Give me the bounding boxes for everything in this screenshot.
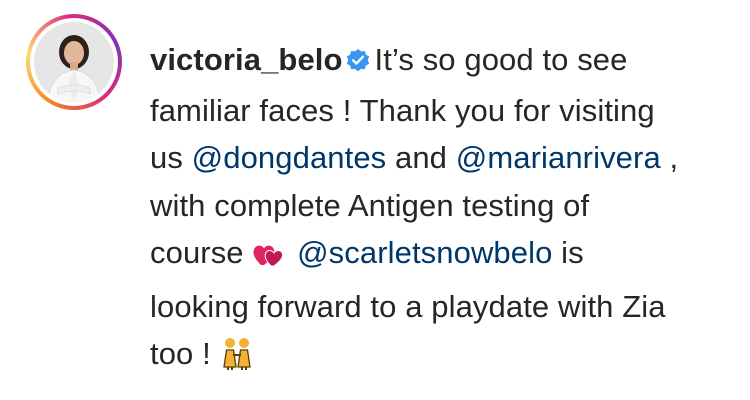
comment-line-5: course @scarletsnowbelo is (150, 229, 730, 283)
avatar-gap (30, 18, 118, 106)
comment-line-7: too ! (150, 330, 730, 384)
avatar[interactable] (34, 22, 114, 102)
comment-text-segment: too ! (150, 336, 211, 371)
comment-line-1: victoria_belo It’s so good to see (150, 36, 730, 87)
two-hearts-emoji-icon (252, 235, 288, 283)
comment-line-2: familiar faces ! Thank you for visiting (150, 92, 655, 128)
verified-badge-icon (345, 39, 371, 87)
mention-link-dongdantes[interactable]: @dongdantes (192, 140, 387, 175)
comment-line-3: us @dongdantes and @marianrivera , (150, 134, 730, 182)
comment-text-segment: us (150, 140, 183, 175)
comment-text-segment: , (669, 140, 679, 175)
avatar-photo (34, 22, 114, 102)
comment-text-segment: is (561, 235, 584, 270)
comment-text-segment: course (150, 235, 244, 270)
mention-link-scarletsnowbelo[interactable]: @scarletsnowbelo (297, 235, 552, 270)
post-comment: victoria_belo It’s so good to see familia… (0, 0, 750, 400)
mention-link-marianrivera[interactable]: @marianrivera (456, 140, 661, 175)
avatar-story-ring[interactable] (26, 14, 122, 110)
comment-text: victoria_belo It’s so good to see familia… (150, 36, 730, 384)
people-holding-hands-emoji-icon (220, 336, 254, 384)
comment-text-segment: and (395, 140, 448, 175)
comment-line-4: with complete Antigen testing of (150, 187, 590, 223)
comment-line-6: looking forward to a playdate with Zia (150, 288, 666, 324)
username-link[interactable]: victoria_belo (150, 42, 343, 77)
comment-text-segment: It’s so good to see (374, 42, 628, 77)
